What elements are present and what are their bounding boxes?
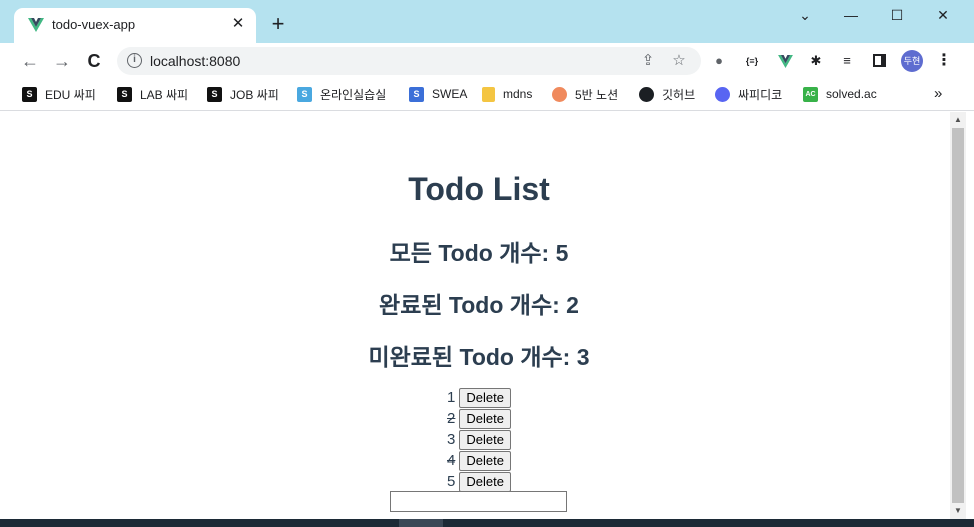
bookmark-label: SWEA: [432, 87, 468, 101]
bookmark-label: LAB 싸피: [140, 87, 189, 102]
close-window-button[interactable]: ✕: [920, 4, 966, 26]
ssafy-icon: S: [117, 86, 132, 102]
bookmarks-bar: S EDU 싸피 S LAB 싸피 S JOB 싸피 S 온라인실습실 S SW…: [0, 79, 974, 111]
tab-search-chevron-down-icon[interactable]: ⌄: [782, 4, 828, 26]
todo-title[interactable]: 3: [447, 431, 455, 448]
bookmark-online-lab[interactable]: S 온라인실습실: [297, 85, 386, 103]
bookmark-label: JOB 싸피: [230, 87, 279, 102]
ssafy-icon: S: [22, 86, 37, 102]
delete-button[interactable]: Delete: [459, 408, 511, 429]
bookmark-notion[interactable]: 5반 노션: [552, 85, 618, 103]
page-viewport: Todo List 모든 Todo 개수: 5 완료된 Todo 개수: 2 미…: [0, 112, 974, 519]
bookmark-mdns[interactable]: mdns: [482, 85, 532, 103]
new-tab-button[interactable]: +: [266, 13, 290, 37]
total-todo-count: 모든 Todo 개수: 5: [389, 240, 569, 266]
solvedac-icon: AC: [803, 86, 818, 102]
vue-devtools-icon[interactable]: [775, 51, 795, 71]
bookmark-discord[interactable]: 싸피디코: [715, 85, 782, 103]
bookmark-lab-ssafy[interactable]: S LAB 싸피: [117, 85, 188, 103]
address-bar[interactable]: i localhost:8080 ⇪ ☆: [117, 47, 701, 75]
page-title: Todo List: [408, 171, 550, 207]
todo-item: 1 Delete: [0, 387, 958, 408]
scroll-down-icon[interactable]: ▼: [950, 503, 966, 519]
todo-item: 5 Delete: [0, 471, 958, 492]
bookmarks-overflow-icon[interactable]: »: [934, 85, 942, 102]
extension-github-icon[interactable]: ●: [709, 51, 729, 71]
todo-title-completed[interactable]: 4: [447, 452, 455, 469]
bookmark-label: EDU 싸피: [45, 87, 96, 102]
bookmark-swea[interactable]: S SWEA: [409, 85, 467, 103]
vertical-scrollbar[interactable]: ▲ ▼: [950, 112, 966, 519]
peach-icon: [552, 86, 567, 102]
scroll-up-icon[interactable]: ▲: [950, 112, 966, 128]
bookmark-label: 5반 노션: [575, 87, 619, 102]
vue-logo-icon: [28, 18, 44, 32]
back-button[interactable]: ←: [18, 49, 42, 73]
folder-icon: [482, 86, 495, 102]
todo-title-completed[interactable]: 2: [447, 410, 455, 427]
ssafy-blue-icon: S: [297, 86, 312, 102]
menu-kebab-icon[interactable]: ⋮: [934, 51, 954, 71]
bookmark-label: mdns: [503, 87, 533, 101]
tab-close-icon[interactable]: ✕: [228, 14, 248, 34]
minimize-button[interactable]: —: [828, 4, 874, 26]
bookmark-label: 깃허브: [662, 87, 696, 102]
todo-title[interactable]: 1: [447, 389, 455, 406]
bookmark-label: 싸피디코: [738, 87, 783, 102]
bookmark-edu-ssafy[interactable]: S EDU 싸피: [22, 85, 96, 103]
todo-item: 4 Delete: [0, 450, 958, 471]
tab-strip: todo-vuex-app ✕ + ⌄ — ☐ ✕: [0, 0, 974, 43]
swea-icon: S: [409, 86, 424, 102]
todo-list: 1 Delete 2 Delete 3 Delete 4 Delete 5 De…: [0, 387, 958, 492]
bookmark-star-icon[interactable]: ☆: [669, 51, 689, 71]
tab-title: todo-vuex-app: [52, 17, 136, 32]
todo-item: 3 Delete: [0, 429, 958, 450]
profile-avatar[interactable]: 두현: [901, 50, 923, 72]
reload-button[interactable]: C: [82, 49, 106, 73]
maximize-button[interactable]: ☐: [874, 4, 920, 26]
media-playlist-icon[interactable]: ≡: [837, 51, 857, 71]
delete-button[interactable]: Delete: [459, 429, 511, 450]
browser-toolbar: ← → C i localhost:8080 ⇪ ☆ ● {≡} ✱ ≡ 두현 …: [0, 43, 974, 79]
tab-todo-vuex-app[interactable]: todo-vuex-app ✕: [14, 8, 256, 43]
bookmark-label: 온라인실습실: [320, 87, 387, 102]
delete-button[interactable]: Delete: [459, 471, 511, 492]
completed-todo-count: 완료된 Todo 개수: 2: [379, 292, 579, 318]
site-info-icon[interactable]: i: [127, 53, 142, 68]
github-icon: [639, 86, 654, 102]
todo-input[interactable]: [390, 491, 567, 512]
os-taskbar: [0, 519, 974, 527]
extension-json-icon[interactable]: {≡}: [742, 51, 762, 71]
discord-icon: [715, 86, 730, 102]
bookmark-label: solved.ac: [826, 87, 877, 101]
todo-item: 2 Delete: [0, 408, 958, 429]
delete-button[interactable]: Delete: [459, 450, 511, 471]
todo-title[interactable]: 5: [447, 473, 455, 490]
browser-window: todo-vuex-app ✕ + ⌄ — ☐ ✕ ← → C i localh…: [0, 0, 974, 527]
scrollbar-thumb[interactable]: [952, 128, 964, 503]
share-icon[interactable]: ⇪: [638, 51, 658, 71]
bookmark-solved-ac[interactable]: AC solved.ac: [803, 85, 877, 103]
forward-button[interactable]: →: [50, 49, 74, 73]
taskbar-item[interactable]: [399, 519, 443, 527]
url-text[interactable]: localhost:8080: [150, 53, 240, 69]
delete-button[interactable]: Delete: [459, 387, 511, 408]
uncompleted-todo-count: 미완료된 Todo 개수: 3: [368, 344, 590, 370]
extensions-puzzle-icon[interactable]: ✱: [806, 51, 826, 71]
bookmark-github[interactable]: 깃허브: [639, 85, 695, 103]
side-panel-icon[interactable]: [869, 51, 889, 71]
bookmark-job-ssafy[interactable]: S JOB 싸피: [207, 85, 279, 103]
ssafy-icon: S: [207, 86, 222, 102]
